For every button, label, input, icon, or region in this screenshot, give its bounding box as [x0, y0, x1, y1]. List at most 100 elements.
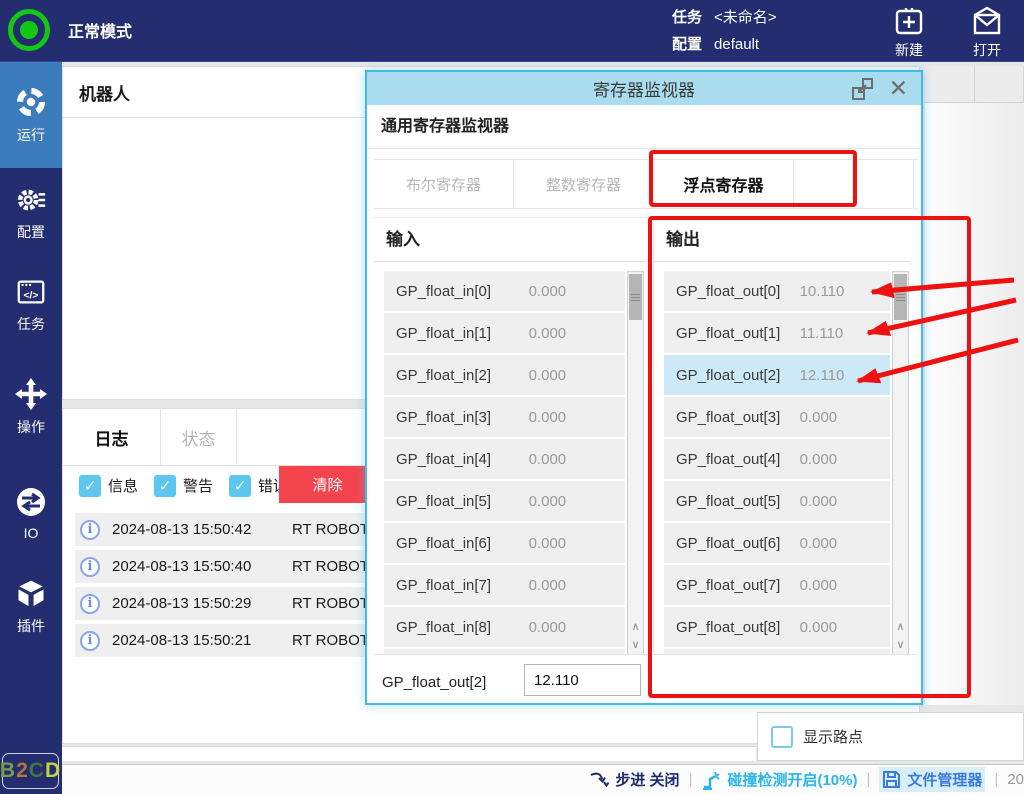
- close-icon[interactable]: ✕: [889, 73, 908, 103]
- mode-status-dot: [20, 21, 38, 39]
- run-icon: [14, 85, 48, 119]
- register-name: GP_float_in[5]: [384, 493, 491, 510]
- collision-detection-label: 碰撞检测开启(10%): [727, 769, 857, 790]
- scrollbar[interactable]: ∧ ∨: [627, 271, 644, 655]
- collision-icon: [701, 770, 721, 790]
- register-row[interactable]: GP_float_in[1]0.000: [384, 313, 625, 353]
- register-row[interactable]: GP_float_in[7]0.000: [384, 565, 625, 605]
- register-row[interactable]: GP_float_in[0]0.000: [384, 271, 625, 311]
- register-editor-label: GP_float_out[2]: [382, 674, 486, 691]
- register-row[interactable]: GP_float_out[8]0.000: [664, 607, 890, 647]
- register-row[interactable]: GP_float_out[1]11.110: [664, 313, 890, 353]
- columns-bottom-divider: [374, 654, 918, 655]
- register-row[interactable]: GP_float_out[4]0.000: [664, 439, 890, 479]
- scroll-up-button[interactable]: ∧: [628, 618, 643, 635]
- register-name: GP_float_in[1]: [384, 325, 491, 342]
- register-row[interactable]: GP_float_out[2]12.110: [664, 355, 890, 395]
- register-row[interactable]: GP_float_in[4]0.000: [384, 439, 625, 479]
- register-row[interactable]: GP_float_out[5]0.000: [664, 481, 890, 521]
- register-name: GP_float_out[7]: [664, 577, 780, 594]
- filter-info[interactable]: ✓ 信息: [79, 475, 138, 497]
- tab-bool-register[interactable]: 布尔寄存器: [374, 160, 514, 208]
- dialog-title: 寄存器监视器: [593, 76, 695, 101]
- sidebar-item-label: 操作: [17, 417, 45, 437]
- register-value: 0.000: [800, 493, 838, 510]
- sidebar-item-label: 配置: [17, 222, 45, 242]
- tab-status[interactable]: 状态: [161, 409, 237, 465]
- info-icon: i: [80, 557, 100, 577]
- tab-int-register[interactable]: 整数寄存器: [514, 160, 654, 208]
- checkbox-checked-icon[interactable]: ✓: [79, 475, 101, 497]
- log-timestamp: 2024-08-13 15:50:40: [112, 558, 280, 575]
- input-column-header: 输入: [374, 218, 645, 262]
- new-task-button[interactable]: 新建: [892, 5, 926, 60]
- input-rows: GP_float_in[0]0.000GP_float_in[1]0.000GP…: [384, 271, 625, 655]
- brand-code-char: C: [29, 759, 45, 783]
- register-name: GP_float_in[4]: [384, 451, 491, 468]
- tab-log[interactable]: 日志: [63, 409, 161, 465]
- collision-detection-toggle[interactable]: 碰撞检测开启(10%): [701, 769, 857, 790]
- task-value: <未命名>: [714, 9, 777, 26]
- task-config-info: 任务<未命名> 配置default: [672, 4, 777, 58]
- scrollbar-thumb[interactable]: [629, 274, 642, 320]
- register-value: 0.000: [800, 409, 838, 426]
- popout-icon[interactable]: [851, 77, 875, 101]
- dialog-subtitle: 通用寄存器监视器: [367, 105, 921, 149]
- register-value: 11.110: [800, 325, 844, 342]
- register-name: GP_float_in[6]: [384, 535, 491, 552]
- jog-icon: [14, 377, 48, 411]
- register-row[interactable]: GP_float_in[6]0.000: [384, 523, 625, 563]
- right-panel-tab-cell[interactable]: [925, 66, 975, 102]
- sidebar-item-jog[interactable]: 操作: [0, 366, 62, 448]
- brand-code-badge[interactable]: B2CD: [2, 753, 59, 789]
- file-manager-button[interactable]: 文件管理器: [879, 767, 985, 792]
- register-name: GP_float_out[2]: [664, 367, 780, 384]
- register-row[interactable]: GP_float_in[8]0.000: [384, 607, 625, 647]
- checkbox-checked-icon[interactable]: ✓: [229, 475, 251, 497]
- checkbox-checked-icon[interactable]: ✓: [154, 475, 176, 497]
- config-value: default: [714, 36, 759, 53]
- tab-float-register[interactable]: 浮点寄存器: [654, 160, 794, 208]
- register-value: 0.000: [800, 451, 838, 468]
- right-panel-header: [925, 66, 1024, 103]
- open-file-icon: [970, 5, 1004, 39]
- sidebar-item-run[interactable]: 运行: [0, 62, 62, 168]
- step-mode-toggle[interactable]: 步进 关闭: [589, 769, 679, 790]
- config-label: 配置: [672, 36, 702, 53]
- output-rows: GP_float_out[0]10.110GP_float_out[1]11.1…: [664, 271, 890, 655]
- register-name: GP_float_in[3]: [384, 409, 491, 426]
- open-task-button[interactable]: 打开: [970, 5, 1004, 60]
- output-column-header: 输出: [654, 218, 910, 262]
- sidebar-item-io[interactable]: IO: [0, 482, 62, 544]
- show-waypoints-checkbox[interactable]: [771, 726, 793, 748]
- scroll-down-button[interactable]: ∨: [893, 636, 908, 653]
- scroll-down-button[interactable]: ∨: [628, 636, 643, 653]
- register-row[interactable]: GP_float_in[2]0.000: [384, 355, 625, 395]
- right-panel-tab-cell[interactable]: [975, 66, 1024, 102]
- register-row[interactable]: GP_float_in[3]0.000: [384, 397, 625, 437]
- register-row[interactable]: GP_float_out[0]10.110: [664, 271, 890, 311]
- clear-log-button[interactable]: 清除: [279, 466, 376, 503]
- dialog-titlebar[interactable]: 寄存器监视器 ✕: [367, 72, 921, 105]
- scrollbar-thumb[interactable]: [894, 274, 907, 320]
- register-value: 0.000: [529, 619, 567, 636]
- register-row[interactable]: GP_float_in[5]0.000: [384, 481, 625, 521]
- register-row[interactable]: GP_float_out[6]0.000: [664, 523, 890, 563]
- register-value: 0.000: [800, 619, 838, 636]
- statusbar-separator: |: [689, 771, 693, 788]
- register-monitor-dialog: 寄存器监视器 ✕ 通用寄存器监视器 布尔寄存器 整数寄存器 浮点寄存器 输入 G…: [365, 70, 923, 705]
- filter-warning[interactable]: ✓ 警告: [154, 475, 213, 497]
- sidebar-item-label: 插件: [17, 616, 45, 636]
- sidebar-item-label: IO: [24, 525, 39, 541]
- register-row[interactable]: GP_float_out[7]0.000: [664, 565, 890, 605]
- sidebar-item-plugin[interactable]: 插件: [0, 576, 62, 638]
- sidebar-item-task[interactable]: </> 任务: [0, 274, 62, 336]
- register-row[interactable]: GP_float_out[3]0.000: [664, 397, 890, 437]
- register-value: 0.000: [800, 535, 838, 552]
- sidebar-item-config[interactable]: 配置: [0, 182, 62, 244]
- waypoint-panel: 显示路点: [757, 712, 1024, 761]
- register-value: 0.000: [529, 577, 567, 594]
- scroll-up-button[interactable]: ∧: [893, 618, 908, 635]
- register-value-input[interactable]: [524, 664, 641, 696]
- scrollbar[interactable]: ∧ ∨: [892, 271, 909, 655]
